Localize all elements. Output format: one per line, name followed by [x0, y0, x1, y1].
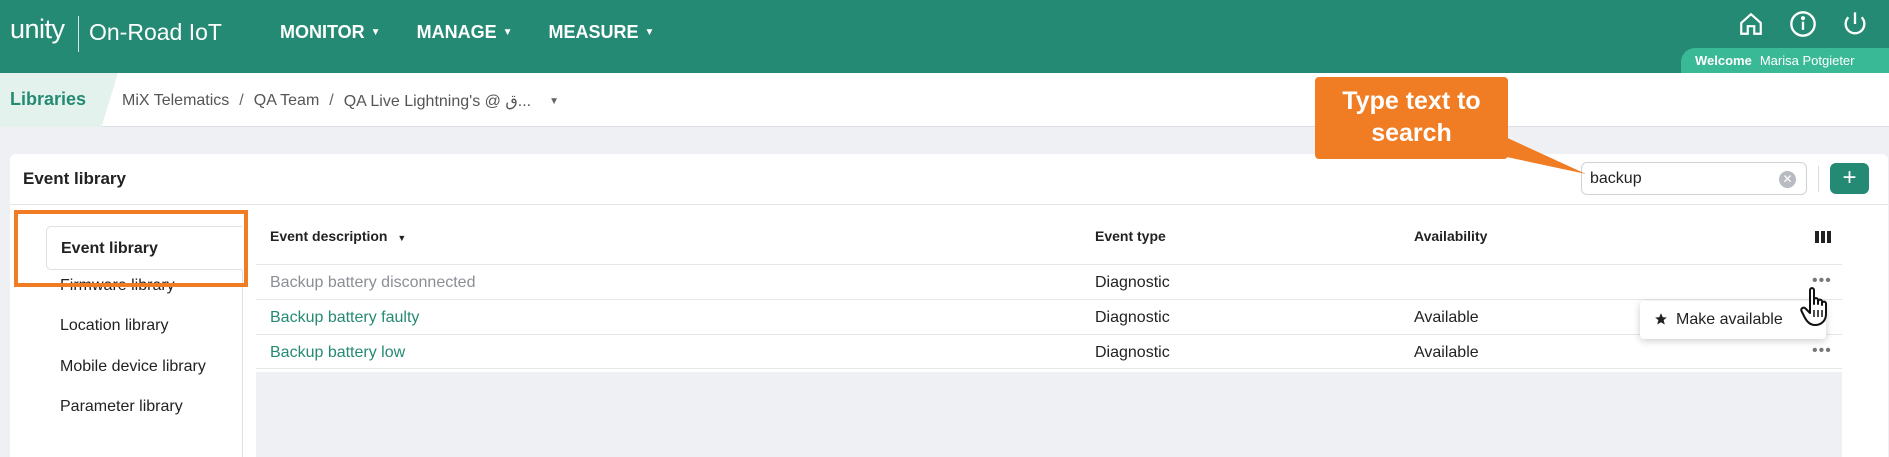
home-icon[interactable] [1735, 8, 1767, 40]
event-type: Diagnostic [1095, 309, 1170, 326]
event-description: Backup battery disconnected [270, 274, 476, 291]
breadcrumb-item-site[interactable]: QA Live Lightning's @ ق... [344, 91, 531, 111]
top-navigation-bar: unity On-Road IoT MONITOR ▼ MANAGE ▼ MEASU… [0, 0, 1889, 73]
breadcrumb-separator: / [329, 92, 334, 109]
sidebar-item-parameter-library[interactable]: Parameter library [60, 398, 183, 416]
column-header-availability[interactable]: Availability [1414, 228, 1487, 244]
chevron-down-icon: ▼ [502, 27, 513, 38]
table-row[interactable]: Backup battery faulty Diagnostic Availab… [256, 299, 1842, 334]
top-icons [1735, 8, 1871, 40]
chevron-down-icon[interactable]: ▼ [549, 96, 559, 107]
column-header-type[interactable]: Event type [1095, 228, 1166, 244]
column-header-label: Event description [270, 228, 388, 244]
event-availability: Available [1414, 344, 1479, 361]
unity-logo[interactable]: unity [10, 14, 65, 45]
info-icon[interactable] [1787, 8, 1819, 40]
logo-divider [78, 16, 79, 52]
clear-icon[interactable]: ✕ [1779, 171, 1796, 188]
card-header: Event library ✕ + [10, 154, 1888, 205]
breadcrumb-separator: / [239, 92, 244, 109]
hand-cursor-icon [1800, 287, 1827, 326]
main-nav: MONITOR ▼ MANAGE ▼ MEASURE ▼ [280, 22, 690, 43]
callout-pointer [1490, 130, 1586, 174]
event-type: Diagnostic [1095, 344, 1170, 361]
breadcrumb: MiX Telematics / QA Team / QA Live Light… [122, 91, 559, 111]
make-available-menu-item[interactable]: Make available [1676, 311, 1783, 329]
table-row[interactable]: Backup battery low Diagnostic Available … [256, 334, 1842, 369]
breadcrumb-item-org[interactable]: MiX Telematics [122, 92, 229, 110]
sidebar-item-mobile-device-library[interactable]: Mobile device library [60, 358, 206, 376]
row-action-menu: Make available [1640, 301, 1826, 339]
star-icon [1655, 313, 1667, 325]
nav-monitor[interactable]: MONITOR ▼ [280, 22, 381, 43]
power-icon[interactable] [1839, 8, 1871, 40]
divider [1818, 166, 1819, 192]
event-description-link[interactable]: Backup battery faulty [270, 309, 419, 327]
search-field[interactable]: ✕ [1581, 162, 1807, 195]
more-options-icon[interactable]: ••• [1812, 342, 1832, 360]
page-title: Event library [23, 169, 126, 188]
event-availability: Available [1414, 309, 1479, 326]
welcome-label: Welcome [1695, 53, 1752, 68]
nav-manage-label: MANAGE [416, 22, 497, 42]
nav-monitor-label: MONITOR [280, 22, 365, 42]
sidebar-item-event-library[interactable]: Event library [46, 226, 242, 270]
nav-measure-label: MEASURE [548, 22, 639, 42]
welcome-tag: Welcome Marisa Potgieter [1681, 48, 1889, 73]
sidebar-item-location-library[interactable]: Location library [60, 317, 169, 335]
nav-measure[interactable]: MEASURE ▼ [548, 22, 654, 43]
sidebar-item-label: Event library [61, 240, 158, 257]
section-tab[interactable]: Libraries [0, 73, 118, 127]
breadcrumb-item-team[interactable]: QA Team [254, 92, 320, 110]
instruction-callout: Type text to search [1315, 77, 1508, 159]
table-empty-area [256, 372, 1842, 457]
breadcrumb-bar: Libraries MiX Telematics / QA Team / QA … [0, 73, 1889, 127]
chevron-down-icon: ▼ [370, 27, 381, 38]
event-type: Diagnostic [1095, 274, 1170, 291]
add-button[interactable]: + [1830, 163, 1869, 194]
sidebar-item-firmware-library[interactable]: Firmware library [60, 277, 175, 295]
column-header-description[interactable]: Event description ▼ [270, 228, 406, 244]
search-input[interactable] [1590, 169, 1770, 189]
app-title: On-Road IoT [89, 19, 222, 45]
sort-down-icon[interactable]: ▼ [397, 233, 406, 243]
table-row[interactable]: Backup battery disconnected Diagnostic •… [256, 264, 1842, 299]
event-description-link[interactable]: Backup battery low [270, 344, 405, 362]
library-sidebar: Event library Firmware library Location … [20, 205, 243, 457]
chevron-down-icon: ▼ [644, 27, 655, 38]
section-tab-label: Libraries [10, 89, 87, 109]
column-chooser-icon[interactable] [1814, 230, 1832, 249]
user-name: Marisa Potgieter [1759, 53, 1855, 68]
nav-manage[interactable]: MANAGE ▼ [417, 22, 513, 43]
sidebar-divider [242, 270, 243, 457]
